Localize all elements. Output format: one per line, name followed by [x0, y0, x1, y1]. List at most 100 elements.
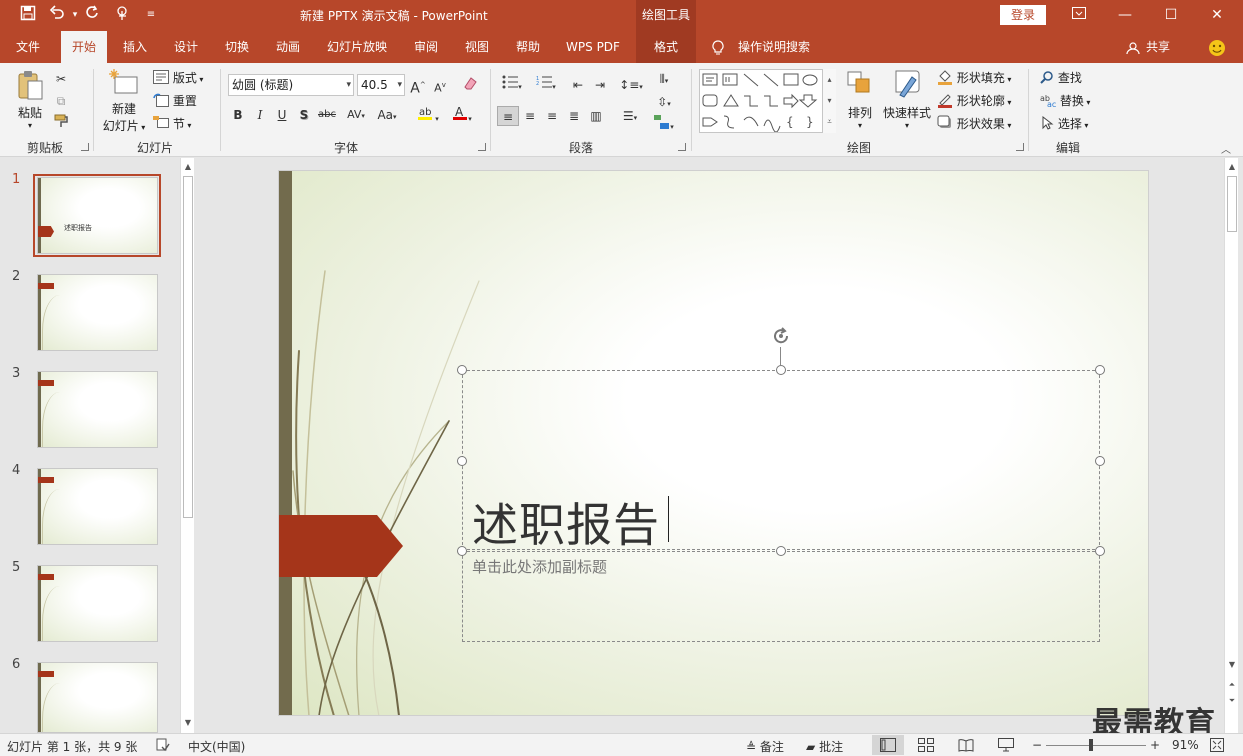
ribbon-display-icon[interactable]	[1064, 4, 1094, 26]
arrange-button[interactable]: 排列 ▾	[846, 69, 874, 130]
text-direction-icon[interactable]: ⫴▾	[650, 69, 678, 89]
tab-transitions[interactable]: 切换	[215, 31, 259, 63]
char-spacing-button[interactable]: AV▾	[342, 105, 370, 125]
line-spacing-icon[interactable]: ↕≡▾	[617, 75, 645, 95]
smartart-icon[interactable]: ▾	[650, 115, 678, 135]
resize-handle[interactable]	[457, 546, 467, 556]
tab-view[interactable]: 视图	[455, 31, 499, 63]
clear-format-icon[interactable]	[460, 75, 480, 95]
italic-button[interactable]: I	[250, 105, 270, 125]
align-center-button[interactable]: ≡	[520, 106, 540, 126]
smiley-feedback-icon[interactable]	[1206, 31, 1228, 63]
scroll-up-icon[interactable]: ▲	[181, 160, 195, 174]
previous-slide-icon[interactable]: ⏶	[1225, 678, 1239, 692]
replace-button[interactable]: ab ac 替换 ▾	[1040, 92, 1090, 110]
tell-me-search[interactable]: 操作说明搜索	[733, 31, 815, 63]
slide-thumbnail-6[interactable]	[37, 662, 158, 733]
notes-button[interactable]: ≜ 备注	[746, 738, 784, 755]
tab-wps-pdf[interactable]: WPS PDF	[560, 31, 626, 63]
redo-icon[interactable]	[82, 5, 104, 25]
shape-fill-button[interactable]: 形状填充 ▾	[937, 69, 1011, 88]
zoom-in-icon[interactable]: +	[1150, 738, 1160, 752]
format-painter-icon[interactable]	[51, 113, 71, 133]
tab-home[interactable]: 开始	[61, 31, 107, 63]
align-text-icon[interactable]: ⇳▾	[650, 92, 678, 112]
tab-animations[interactable]: 动画	[266, 31, 310, 63]
shape-effects-button[interactable]: 形状效果 ▾	[937, 115, 1011, 134]
drawing-launcher-icon[interactable]	[1016, 143, 1024, 151]
tab-insert[interactable]: 插入	[113, 31, 157, 63]
font-name-select[interactable]: 幼圆 (标题) ▾	[228, 74, 354, 96]
close-icon[interactable]: ✕	[1202, 4, 1232, 26]
login-button[interactable]: 登录	[1000, 5, 1046, 25]
new-slide-button[interactable]: 新建 幻灯片 ▾	[100, 69, 148, 134]
shadow-button[interactable]: S	[294, 105, 314, 125]
resize-handle[interactable]	[776, 546, 786, 556]
save-icon[interactable]	[17, 5, 39, 25]
reading-view-icon[interactable]	[958, 738, 974, 755]
scroll-down-icon[interactable]: ▼	[181, 716, 195, 730]
underline-button[interactable]: U	[272, 105, 292, 125]
find-button[interactable]: 查找	[1040, 69, 1082, 87]
slide-thumbnail-1[interactable]: 述职报告	[37, 177, 158, 254]
shapes-gallery[interactable]: { }	[699, 69, 836, 133]
tab-design[interactable]: 设计	[164, 31, 208, 63]
tab-slideshow[interactable]: 幻灯片放映	[320, 31, 394, 63]
zoom-out-icon[interactable]: −	[1032, 738, 1042, 752]
share-button[interactable]: 共享	[1143, 31, 1173, 63]
scroll-down-icon[interactable]: ▼	[1225, 658, 1239, 672]
bold-button[interactable]: B	[228, 105, 248, 125]
change-case-button[interactable]: Aa▾	[372, 105, 402, 125]
collapse-ribbon-icon[interactable]: ︿	[1221, 141, 1231, 156]
font-size-select[interactable]: 40.5 ▾	[357, 74, 405, 96]
justify-button[interactable]: ≣	[564, 106, 584, 126]
font-launcher-icon[interactable]	[478, 143, 486, 151]
paste-button[interactable]: 粘贴 ▾	[13, 69, 47, 130]
quick-styles-button[interactable]: 快速样式 ▾	[882, 69, 932, 130]
zoom-slider-track[interactable]	[1046, 745, 1146, 746]
resize-handle[interactable]	[1095, 365, 1105, 375]
next-slide-icon[interactable]: ⏷	[1225, 694, 1239, 708]
paragraph-launcher-icon[interactable]	[678, 143, 686, 151]
slideshow-view-icon[interactable]	[998, 738, 1014, 755]
align-left-button[interactable]: ≡	[497, 106, 519, 126]
slide-title[interactable]: 述职报告	[472, 489, 660, 555]
section-button[interactable]: 节 ▾	[153, 115, 191, 133]
language-status[interactable]: 中文(中国)	[188, 738, 245, 755]
slide-thumbnail-2[interactable]	[37, 274, 158, 351]
reset-button[interactable]: 重置	[153, 92, 197, 110]
comments-button[interactable]: ▰ 批注	[806, 738, 843, 755]
tab-help[interactable]: 帮助	[506, 31, 550, 63]
resize-handle[interactable]	[776, 365, 786, 375]
shape-outline-button[interactable]: 形状轮廓 ▾	[937, 92, 1011, 111]
tab-review[interactable]: 审阅	[404, 31, 448, 63]
increase-font-icon[interactable]: A^	[408, 75, 428, 97]
scroll-up-icon[interactable]: ▲	[1225, 160, 1239, 174]
tab-format[interactable]: 格式	[636, 31, 696, 63]
decrease-indent-icon[interactable]: ⇤	[568, 75, 588, 95]
maximize-icon[interactable]: ☐	[1156, 4, 1186, 26]
strikethrough-button[interactable]: abc	[317, 105, 337, 125]
normal-view-button[interactable]	[872, 735, 904, 755]
decrease-font-icon[interactable]: Av	[430, 75, 450, 95]
rotate-handle-icon[interactable]	[771, 326, 791, 349]
resize-handle[interactable]	[1095, 456, 1105, 466]
columns-icon[interactable]: ☰▾	[616, 106, 644, 126]
slide-thumbnail-3[interactable]	[37, 371, 158, 448]
align-right-button[interactable]: ≡	[542, 106, 562, 126]
slide-subtitle[interactable]: 单击此处添加副标题	[472, 556, 607, 577]
slide-scrollbar[interactable]: ▲ ▼ ⏶ ⏷	[1224, 158, 1238, 733]
share-user-icon[interactable]	[1124, 31, 1142, 63]
minimize-icon[interactable]: —	[1110, 4, 1140, 26]
resize-handle[interactable]	[457, 456, 467, 466]
copy-icon[interactable]: ⧉	[51, 91, 71, 111]
increase-indent-icon[interactable]: ⇥	[590, 75, 610, 95]
thumbnail-scrollbar[interactable]: ▲ ▼	[180, 158, 194, 733]
scroll-thumb[interactable]	[183, 176, 193, 518]
select-button[interactable]: 选择 ▾	[1040, 115, 1088, 133]
highlight-icon[interactable]: ab ▾	[413, 105, 443, 125]
font-color-icon[interactable]: A ▾	[447, 105, 477, 125]
bullets-icon[interactable]: ▾	[498, 75, 526, 95]
zoom-slider-thumb[interactable]	[1089, 739, 1093, 751]
slide-thumbnail-5[interactable]	[37, 565, 158, 642]
